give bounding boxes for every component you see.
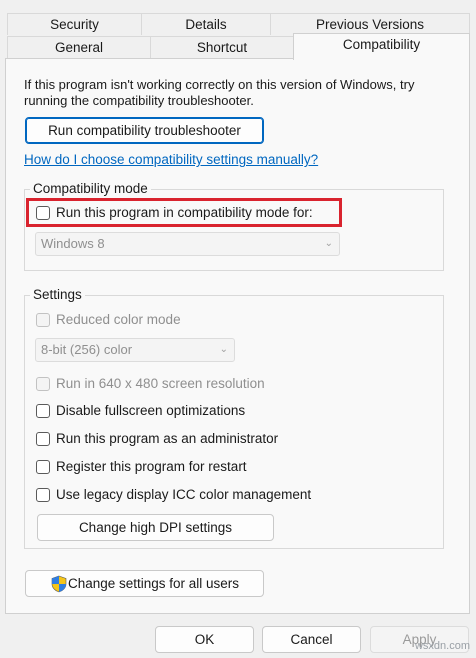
fullscreen-optimizations-label[interactable]: Disable fullscreen optimizations (56, 403, 245, 418)
fullscreen-optimizations-checkbox[interactable] (36, 404, 50, 418)
resolution-checkbox[interactable] (36, 377, 50, 391)
settings-group (24, 295, 444, 549)
run-troubleshooter-button[interactable]: Run compatibility troubleshooter (25, 117, 264, 144)
intro-text-line1: If this program isn't working correctly … (24, 77, 415, 92)
change-high-dpi-button[interactable]: Change high DPI settings (37, 514, 274, 541)
intro-text-line2: running the compatibility troubleshooter… (24, 93, 254, 108)
run-as-admin-checkbox[interactable] (36, 432, 50, 446)
help-link[interactable]: How do I choose compatibility settings m… (24, 152, 318, 167)
run-as-admin-label[interactable]: Run this program as an administrator (56, 431, 278, 446)
color-depth-select[interactable]: 8-bit (256) color ⌄ (35, 338, 235, 362)
change-all-users-button[interactable]: Change settings for all users (25, 570, 264, 597)
os-version-select[interactable]: Windows 8 ⌄ (35, 232, 340, 256)
shield-icon (50, 575, 68, 593)
reduced-color-label: Reduced color mode (56, 312, 181, 327)
cancel-button[interactable]: Cancel (262, 626, 361, 653)
ok-button[interactable]: OK (155, 626, 254, 653)
register-restart-label[interactable]: Register this program for restart (56, 459, 247, 474)
reduced-color-checkbox[interactable] (36, 313, 50, 327)
settings-legend: Settings (30, 287, 85, 302)
legacy-icc-label[interactable]: Use legacy display ICC color management (56, 487, 311, 502)
legacy-icc-checkbox[interactable] (36, 488, 50, 502)
chevron-down-icon: ⌄ (219, 344, 228, 355)
register-restart-checkbox[interactable] (36, 460, 50, 474)
os-version-value: Windows 8 (41, 236, 105, 251)
watermark: wsxdn.com (414, 640, 470, 652)
compatibility-mode-legend: Compatibility mode (30, 181, 151, 196)
chevron-down-icon: ⌄ (324, 238, 333, 249)
red-highlight-box (26, 198, 342, 227)
color-depth-value: 8-bit (256) color (41, 342, 133, 357)
change-all-users-label: Change settings for all users (67, 576, 240, 591)
resolution-label: Run in 640 x 480 screen resolution (56, 376, 265, 391)
